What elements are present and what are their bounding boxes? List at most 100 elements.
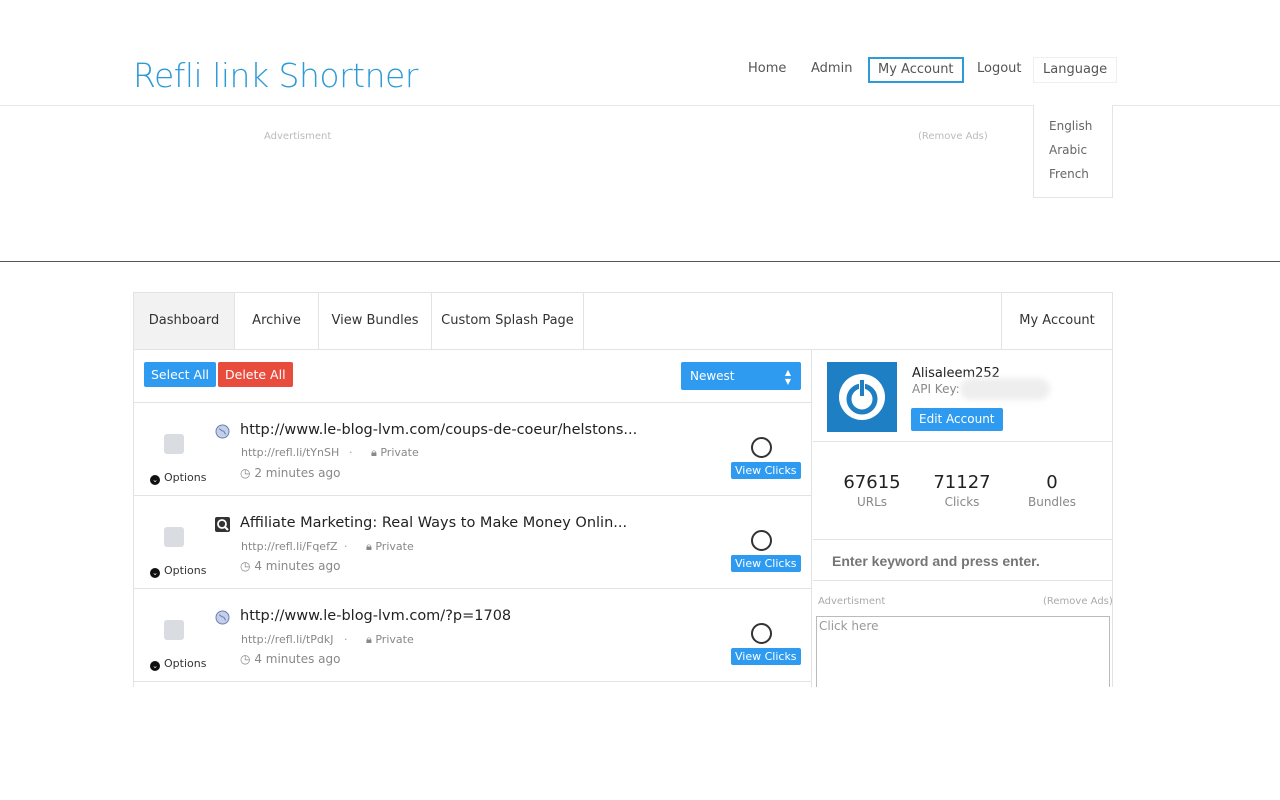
click-count-circle (751, 530, 772, 551)
options-label: Options (164, 657, 206, 670)
nav-language[interactable]: Language (1033, 57, 1117, 83)
remove-ads-link[interactable]: (Remove Ads) (1043, 596, 1113, 607)
link-row: ⌄ Options http://www.le-blog-lvm.com/coup… (134, 403, 812, 496)
row-checkbox[interactable] (164, 527, 184, 547)
link-title[interactable]: http://www.le-blog-lvm.com/?p=1708 (240, 608, 511, 624)
timestamp-label: 4 minutes ago (254, 559, 340, 573)
divider (813, 441, 1113, 442)
row-checkbox[interactable] (164, 620, 184, 640)
nav-home[interactable]: Home (739, 57, 795, 83)
privacy-label: Private (375, 633, 413, 646)
tab-my-account[interactable]: My Account (1001, 293, 1112, 349)
privacy-status: 🔒︎ Private (366, 633, 414, 647)
view-clicks-button[interactable]: View Clicks (731, 462, 801, 479)
language-option-english[interactable]: English (1034, 119, 1112, 143)
site-header: Refli link Shortner Home Admin My Accoun… (0, 0, 1280, 106)
tab-view-bundles[interactable]: View Bundles (319, 293, 432, 349)
options-toggle[interactable]: ⌄ Options (150, 657, 206, 671)
lock-icon: 🔒︎ (366, 540, 372, 553)
stat-value: 71127 (917, 472, 1007, 493)
view-clicks-button[interactable]: View Clicks (731, 555, 801, 572)
divider (0, 261, 1280, 262)
privacy-label: Private (380, 446, 418, 459)
timestamp: ◷ 4 minutes ago (240, 652, 340, 666)
options-label: Options (164, 564, 206, 577)
chevron-down-icon: ⌄ (150, 661, 160, 671)
options-toggle[interactable]: ⌄ Options (150, 564, 206, 578)
sort-arrows-icon: ▲▼ (785, 362, 791, 386)
timestamp: ◷ 4 minutes ago (240, 559, 340, 573)
remove-ads-link[interactable]: (Remove Ads) (918, 131, 988, 142)
select-all-button[interactable]: Select All (144, 362, 216, 387)
timestamp: ◷ 2 minutes ago (240, 466, 340, 480)
search-input[interactable] (832, 553, 1092, 569)
tab-archive[interactable]: Archive (235, 293, 319, 349)
link-row: ⌄ Options http://www.le-blog-lvm.com/?p=1… (134, 589, 812, 682)
nav-logout[interactable]: Logout (968, 57, 1031, 83)
options-label: Options (164, 471, 206, 484)
globe-icon (215, 424, 230, 439)
privacy-status: 🔒︎ Private (371, 446, 419, 460)
lock-icon: 🔒︎ (366, 633, 372, 646)
tab-bar: Dashboard Archive View Bundles Custom Sp… (134, 293, 1112, 350)
account-sidebar: Alisaleem252 API Key: Edit Account 67615… (813, 350, 1113, 687)
tab-custom-splash-page[interactable]: Custom Splash Page (432, 293, 584, 349)
link-title[interactable]: http://www.le-blog-lvm.com/coups-de-coeu… (240, 422, 637, 438)
privacy-label: Private (375, 540, 413, 553)
separator: · (344, 633, 348, 646)
edit-account-button[interactable]: Edit Account (911, 408, 1003, 431)
stat-label: URLs (827, 495, 917, 509)
api-key-label: API Key: (912, 382, 960, 396)
avatar (827, 362, 897, 432)
short-url[interactable]: http://refl.li/FqefZ (241, 540, 337, 553)
privacy-status: 🔒︎ Private (366, 540, 414, 554)
ad-label: Advertisment (264, 131, 331, 142)
stat-bundles: 0 Bundles (1007, 472, 1097, 509)
row-checkbox[interactable] (164, 434, 184, 454)
sort-select[interactable]: Newest ▲▼ (681, 362, 801, 390)
clock-icon: ◷ (240, 652, 250, 666)
timestamp-label: 2 minutes ago (254, 466, 340, 480)
api-key-value-redacted (960, 378, 1050, 400)
globe-icon (215, 610, 230, 625)
nav-admin[interactable]: Admin (802, 57, 861, 83)
delete-all-button[interactable]: Delete All (218, 362, 293, 387)
timestamp-label: 4 minutes ago (254, 652, 340, 666)
stat-value: 67615 (827, 472, 917, 493)
stat-urls: 67615 URLs (827, 472, 917, 509)
chevron-down-icon: ⌄ (150, 568, 160, 578)
clock-icon: ◷ (240, 559, 250, 573)
language-option-arabic[interactable]: Arabic (1034, 143, 1112, 167)
lock-icon: 🔒︎ (371, 446, 377, 459)
stat-clicks: 71127 Clicks (917, 472, 1007, 509)
click-count-circle (751, 623, 772, 644)
tab-dashboard[interactable]: Dashboard (134, 293, 235, 349)
short-url[interactable]: http://refl.li/tYnSH (241, 446, 339, 459)
language-dropdown: English Arabic French (1033, 105, 1113, 198)
sort-select-value: Newest (690, 369, 735, 383)
stat-value: 0 (1007, 472, 1097, 493)
ad-label: Advertisment (818, 596, 885, 607)
click-count-circle (751, 437, 772, 458)
power-icon (827, 362, 897, 432)
links-list: Select All Delete All Newest ▲▼ ⌄ Options… (134, 350, 812, 687)
divider (813, 539, 1113, 540)
separator: · (344, 540, 348, 553)
short-url[interactable]: http://refl.li/tPdkJ (241, 633, 334, 646)
site-favicon-icon (215, 517, 230, 532)
link-row: ⌄ Options Affiliate Marketing: Real Ways … (134, 496, 812, 589)
dashboard-panel: Dashboard Archive View Bundles Custom Sp… (133, 292, 1113, 687)
clock-icon: ◷ (240, 466, 250, 480)
link-title[interactable]: Affiliate Marketing: Real Ways to Make M… (240, 515, 627, 531)
separator: · (349, 446, 353, 459)
language-option-french[interactable]: French (1034, 167, 1112, 191)
stat-label: Bundles (1007, 495, 1097, 509)
divider (813, 580, 1113, 581)
nav-my-account[interactable]: My Account (868, 57, 964, 83)
ad-textarea[interactable]: Click here (816, 616, 1110, 687)
site-logo[interactable]: Refli link Shortner (133, 56, 418, 95)
stat-label: Clicks (917, 495, 1007, 509)
view-clicks-button[interactable]: View Clicks (731, 648, 801, 665)
options-toggle[interactable]: ⌄ Options (150, 471, 206, 485)
chevron-down-icon: ⌄ (150, 475, 160, 485)
